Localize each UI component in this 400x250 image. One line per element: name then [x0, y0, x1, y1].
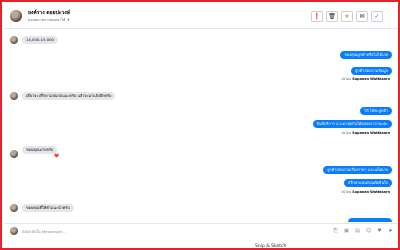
- star-icon: ★: [344, 13, 350, 20]
- contact-avatar: [10, 150, 18, 158]
- outgoing-message[interactable]: [348, 218, 392, 222]
- messenger-window: ยงค์ราง ดอยปะวงษ์ มอบหมายการสนทนาให้ ▾ ❗ …: [0, 0, 400, 250]
- conversation-header: ยงค์ราง ดอยปะวงษ์ มอบหมายการสนทนาให้ ▾ ❗ …: [4, 4, 398, 29]
- star-button[interactable]: ★: [341, 11, 353, 22]
- message-composer: ⎘ ▣ ▤ ☺ ♥ ➤: [4, 223, 398, 238]
- snip-sketch-tooltip: Snip & Sketch: [255, 244, 287, 249]
- composer-toolbar: ⎘ ▣ ▤ ☺ ♥ ➤: [332, 227, 394, 235]
- contact-avatar: [10, 92, 18, 100]
- page-avatar: [10, 227, 18, 235]
- assign-label: มอบหมายการสนทนาให้: [28, 18, 66, 22]
- mark-done-button[interactable]: ✓: [371, 11, 383, 22]
- check-icon: ✓: [374, 13, 380, 20]
- inbox-icon: ✉: [359, 13, 365, 20]
- assign-conversation-dropdown[interactable]: มอบหมายการสนทนาให้ ▾: [28, 17, 69, 23]
- incoming-message[interactable]: 14,000-15,000: [22, 36, 58, 44]
- move-to-inbox-button[interactable]: ✉: [356, 11, 368, 22]
- send-icon[interactable]: ➤: [387, 227, 394, 235]
- reply-input[interactable]: [22, 227, 292, 236]
- attachment-icon[interactable]: ⎘: [332, 227, 339, 235]
- message-thread[interactable]: 14,000-15,000 ของคุณลูกค้าหรือไม่ได้เลย …: [4, 30, 398, 222]
- sent-by-label: ส่งโดย Supanan Wattasarn: [341, 77, 390, 81]
- outgoing-message[interactable]: ลูกค้าสอบถามข้อมูล: [351, 67, 392, 75]
- like-icon[interactable]: ♥: [376, 227, 383, 235]
- outgoing-message[interactable]: ลูกค้าสอบถามเรื่องราคา และแพ็คเกจ: [323, 166, 392, 174]
- incoming-message[interactable]: เดี๋ยวจะปรึกษาแฟนก่อนนะครับ แล้วจะมาแจ้ง…: [22, 92, 116, 100]
- alert-icon: ❗: [313, 13, 321, 20]
- outgoing-message[interactable]: ปรึกษาแฟนก่อนตัดสินใจ: [343, 179, 392, 187]
- contact-avatar: [10, 36, 18, 44]
- image-icon[interactable]: ▣: [343, 227, 350, 235]
- contact-avatar: [10, 204, 18, 212]
- outgoing-message[interactable]: ได้ ได้ค่ะลูกค้า: [360, 107, 392, 115]
- heart-reaction-icon[interactable]: ❤️: [54, 153, 59, 158]
- delete-button[interactable]: 🗑: [326, 11, 338, 22]
- outgoing-message[interactable]: ของคุณลูกค้าหรือไม่ได้เลย: [340, 51, 392, 59]
- incoming-message[interactable]: ขอบคุณที่ให้คำแนะนำครับ: [22, 204, 74, 212]
- emoji-icon[interactable]: ☺: [365, 227, 372, 235]
- gif-icon[interactable]: ▤: [354, 227, 361, 235]
- sent-by-label: ส่งโดย Supanan Wattasarn: [341, 190, 390, 194]
- alert-button[interactable]: ❗: [311, 11, 323, 22]
- sent-by-label: ส่งโดย Supanan Wattasarn: [341, 131, 390, 135]
- contact-name[interactable]: ยงค์ราง ดอยปะวงษ์: [28, 9, 70, 17]
- incoming-message[interactable]: ขอบคุณมากครับ: [22, 146, 58, 154]
- chevron-down-icon: ▾: [67, 17, 70, 22]
- trash-icon: 🗑: [328, 13, 336, 20]
- outgoing-message[interactable]: ยินดีบริการ แวะมาคุยกันได้ตลอดเวลานะคะ: [312, 120, 392, 128]
- contact-avatar[interactable]: [10, 10, 22, 22]
